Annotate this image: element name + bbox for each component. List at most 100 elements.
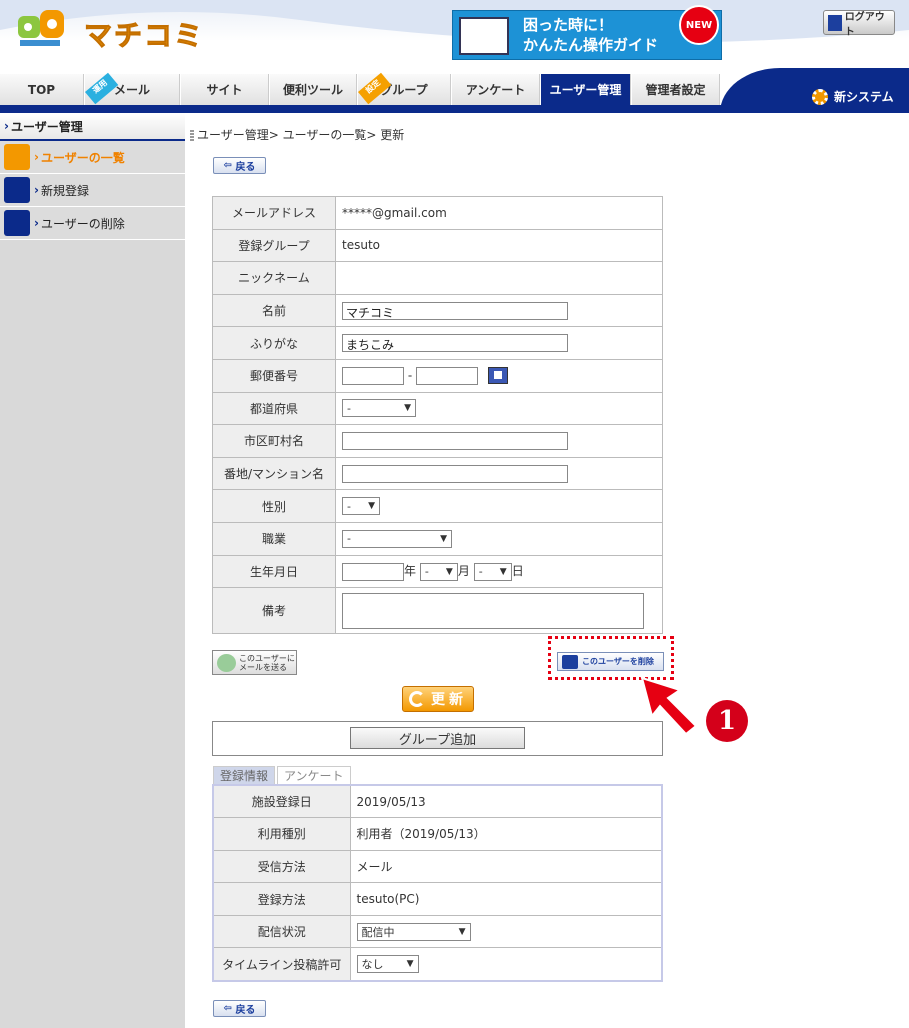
occupation-label: 職業 bbox=[212, 521, 336, 556]
dropdown-arrow-icon: ▼ bbox=[440, 533, 447, 544]
tab-group[interactable]: 設定 グループ bbox=[358, 72, 451, 105]
furigana-input[interactable]: まちこみ bbox=[342, 334, 568, 353]
logout-button[interactable]: ログアウト bbox=[823, 10, 895, 38]
email-value: *****@gmail.com bbox=[335, 196, 663, 230]
gear-icon bbox=[812, 88, 828, 105]
postal-input-2[interactable] bbox=[416, 366, 478, 385]
tab-tools[interactable]: 便利ツール bbox=[270, 74, 357, 105]
sidebar-item-label: ユーザーの削除 bbox=[40, 216, 125, 231]
postal-input-1[interactable] bbox=[342, 366, 404, 385]
info-label: 利用種別 bbox=[212, 817, 351, 851]
birth-month-select[interactable]: - ▼ bbox=[419, 562, 458, 581]
form-row-address: 番地/マンション名 bbox=[212, 456, 663, 491]
table-row: 受信方法 メール bbox=[212, 849, 663, 884]
dropdown-arrow-icon: ▼ bbox=[404, 403, 411, 414]
banner-line1: 困った時に！ bbox=[523, 16, 614, 34]
info-value: 2019/05/13 bbox=[349, 784, 663, 819]
name-label: 名前 bbox=[212, 293, 336, 328]
info-value: メール bbox=[349, 849, 663, 884]
dropdown-arrow-icon: ▼ bbox=[406, 959, 414, 970]
tab-survey[interactable]: アンケート bbox=[452, 74, 540, 105]
breadcrumb-text: ユーザー管理> ユーザーの一覧> 更新 bbox=[197, 128, 405, 142]
year-unit: 年 bbox=[404, 564, 417, 579]
back-arrow-icon: ⇦ bbox=[223, 1003, 232, 1014]
occupation-select[interactable]: - ▼ bbox=[342, 529, 452, 548]
dropdown-arrow-icon: ▼ bbox=[368, 501, 375, 512]
sidebar: › ユーザー管理 › ユーザーの一覧 › 新規登録 › ユーザーの削除 bbox=[0, 113, 185, 1028]
nickname-value bbox=[335, 261, 663, 295]
info-label: 登録方法 bbox=[212, 882, 351, 916]
dropdown-arrow-icon: ▼ bbox=[499, 566, 507, 577]
city-input[interactable] bbox=[342, 431, 568, 450]
chevron-right-icon: › bbox=[34, 216, 39, 230]
trash-icon bbox=[4, 210, 30, 236]
group-add-button[interactable]: グループ追加 bbox=[350, 727, 525, 749]
back-button-top[interactable]: ⇦ 戻る bbox=[213, 157, 266, 174]
delete-user-button[interactable]: このユーザーを削除 bbox=[557, 652, 664, 671]
form-row-city: 市区町村名 bbox=[212, 424, 663, 458]
postal-label: 郵便番号 bbox=[212, 358, 336, 393]
chevron-right-icon: › bbox=[4, 119, 9, 133]
sidebar-item-label: 新規登録 bbox=[40, 183, 89, 198]
tab-mail[interactable]: 運用 メール bbox=[85, 72, 180, 105]
back-label: 戻る bbox=[235, 162, 256, 173]
tab-site[interactable]: サイト bbox=[181, 74, 269, 105]
city-label: 市区町村名 bbox=[212, 424, 336, 458]
tab-admin-settings[interactable]: 管理者設定 bbox=[632, 74, 720, 105]
delivery-status-select[interactable]: 配信中 ▼ bbox=[356, 922, 471, 941]
header: マチコミ 困った時に！ かんたん操作ガイド NEW ログアウト bbox=[0, 0, 909, 68]
birth-year-input[interactable] bbox=[342, 562, 404, 581]
update-label: 更新 bbox=[431, 692, 467, 708]
table-row: 施設登録日 2019/05/13 bbox=[212, 784, 663, 819]
new-system-link[interactable]: 新システム bbox=[812, 88, 894, 105]
notes-textarea[interactable] bbox=[342, 592, 644, 629]
sidebar-item-label: ユーザーの一覧 bbox=[40, 150, 125, 165]
info-tabs: 登録情報 アンケート bbox=[213, 766, 353, 784]
mail-icon bbox=[217, 654, 236, 672]
group-add-box: グループ追加 bbox=[212, 721, 663, 756]
sidebar-item-new-register[interactable]: › 新規登録 bbox=[0, 174, 185, 207]
new-system-label: 新システム bbox=[834, 90, 894, 104]
mail-user-button[interactable]: このユーザーにメールを送る bbox=[212, 650, 297, 675]
mail-user-label: このユーザーにメールを送る bbox=[239, 653, 295, 672]
logo[interactable]: マチコミ bbox=[14, 8, 205, 53]
guide-banner[interactable]: 困った時に！ かんたん操作ガイド NEW bbox=[452, 5, 722, 60]
tab-top[interactable]: TOP bbox=[0, 74, 84, 105]
notes-label: 備考 bbox=[212, 587, 336, 635]
tab-survey-info[interactable]: アンケート bbox=[277, 766, 351, 784]
dropdown-arrow-icon: ▼ bbox=[458, 926, 466, 937]
sidebar-item-user-list[interactable]: › ユーザーの一覧 bbox=[0, 141, 185, 174]
main-nav: TOP 運用 メール サイト 便利ツール 設定 グループ アンケート ユーザー管… bbox=[0, 68, 909, 113]
logo-text: マチコミ bbox=[84, 19, 205, 53]
ribbon-group: 設定 bbox=[358, 72, 392, 105]
ribbon-mail: 運用 bbox=[85, 72, 119, 105]
delete-user-label: このユーザーを削除 bbox=[582, 657, 654, 666]
refresh-icon bbox=[409, 691, 425, 707]
birth-day-select[interactable]: - ▼ bbox=[473, 562, 512, 581]
prefecture-select[interactable]: - ▼ bbox=[342, 399, 416, 418]
gender-select[interactable]: - ▼ bbox=[342, 497, 380, 516]
postal-separator: - bbox=[407, 368, 413, 383]
update-button[interactable]: 更新 bbox=[402, 686, 474, 712]
table-row: タイムライン投稿許可 なし ▼ bbox=[212, 947, 663, 982]
postal-lookup-icon[interactable] bbox=[487, 367, 508, 385]
form-row-occupation: 職業 - ▼ bbox=[212, 521, 663, 556]
logout-icon bbox=[828, 14, 842, 31]
tab-registration-info[interactable]: 登録情報 bbox=[213, 766, 276, 784]
address-input[interactable] bbox=[342, 464, 568, 483]
sidebar-title-label: ユーザー管理 bbox=[10, 119, 83, 134]
table-row: 登録方法 tesuto(PC) bbox=[212, 882, 663, 916]
info-value: 利用者（2019/05/13） bbox=[349, 817, 663, 851]
table-row: 利用種別 利用者（2019/05/13） bbox=[212, 817, 663, 851]
timeline-permission-select[interactable]: なし ▼ bbox=[356, 955, 419, 974]
form-row-nickname: ニックネーム bbox=[212, 261, 663, 295]
table-row: 配信状況 配信中 ▼ bbox=[212, 914, 663, 949]
address-label: 番地/マンション名 bbox=[212, 456, 336, 491]
back-button-bottom[interactable]: ⇦ 戻る bbox=[213, 1000, 266, 1017]
sidebar-item-delete-user[interactable]: › ユーザーの削除 bbox=[0, 207, 185, 240]
callout-badge: 1 bbox=[706, 700, 748, 742]
form-row-gender: 性別 - ▼ bbox=[212, 489, 663, 523]
form-row-furigana: ふりがな まちこみ bbox=[212, 326, 663, 360]
name-input[interactable]: マチコミ bbox=[342, 301, 568, 320]
tab-user-management[interactable]: ユーザー管理 bbox=[541, 74, 631, 105]
